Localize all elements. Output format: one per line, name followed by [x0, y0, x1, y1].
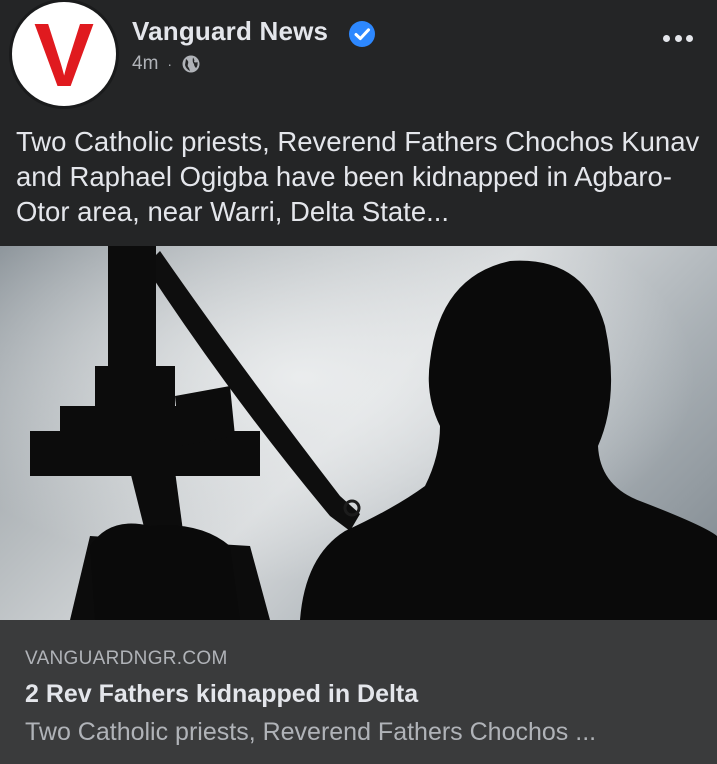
more-dot — [663, 34, 670, 42]
post-meta: 4m · — [132, 53, 201, 75]
post-header: V Vanguard News 4m · — [0, 0, 717, 112]
globe-icon[interactable] — [181, 54, 201, 74]
more-options-button[interactable] — [663, 30, 693, 46]
more-dot — [686, 34, 693, 42]
more-dot — [674, 34, 682, 42]
post-image[interactable] — [0, 246, 717, 620]
post-caption: Two Catholic priests, Reverend Fathers C… — [16, 126, 700, 227]
logo-letter: V — [34, 6, 94, 106]
link-title[interactable]: 2 Rev Fathers kidnapped in Delta — [25, 680, 418, 709]
page-avatar[interactable]: V — [12, 2, 116, 106]
meta-separator: · — [167, 56, 173, 72]
page-name[interactable]: Vanguard News — [132, 16, 328, 47]
gunman-silhouette-image — [0, 246, 717, 620]
link-domain: VANGUARDNGR.COM — [25, 648, 228, 669]
vanguard-logo: V — [34, 6, 94, 106]
facebook-post: V Vanguard News 4m · Two Catholic priest… — [0, 0, 717, 764]
link-description: Two Catholic priests, Reverend Fathers C… — [25, 718, 597, 746]
verified-badge-icon — [349, 21, 375, 47]
post-timestamp[interactable]: 4m — [132, 53, 158, 75]
link-preview-card[interactable]: VANGUARDNGR.COM 2 Rev Fathers kidnapped … — [0, 620, 717, 764]
